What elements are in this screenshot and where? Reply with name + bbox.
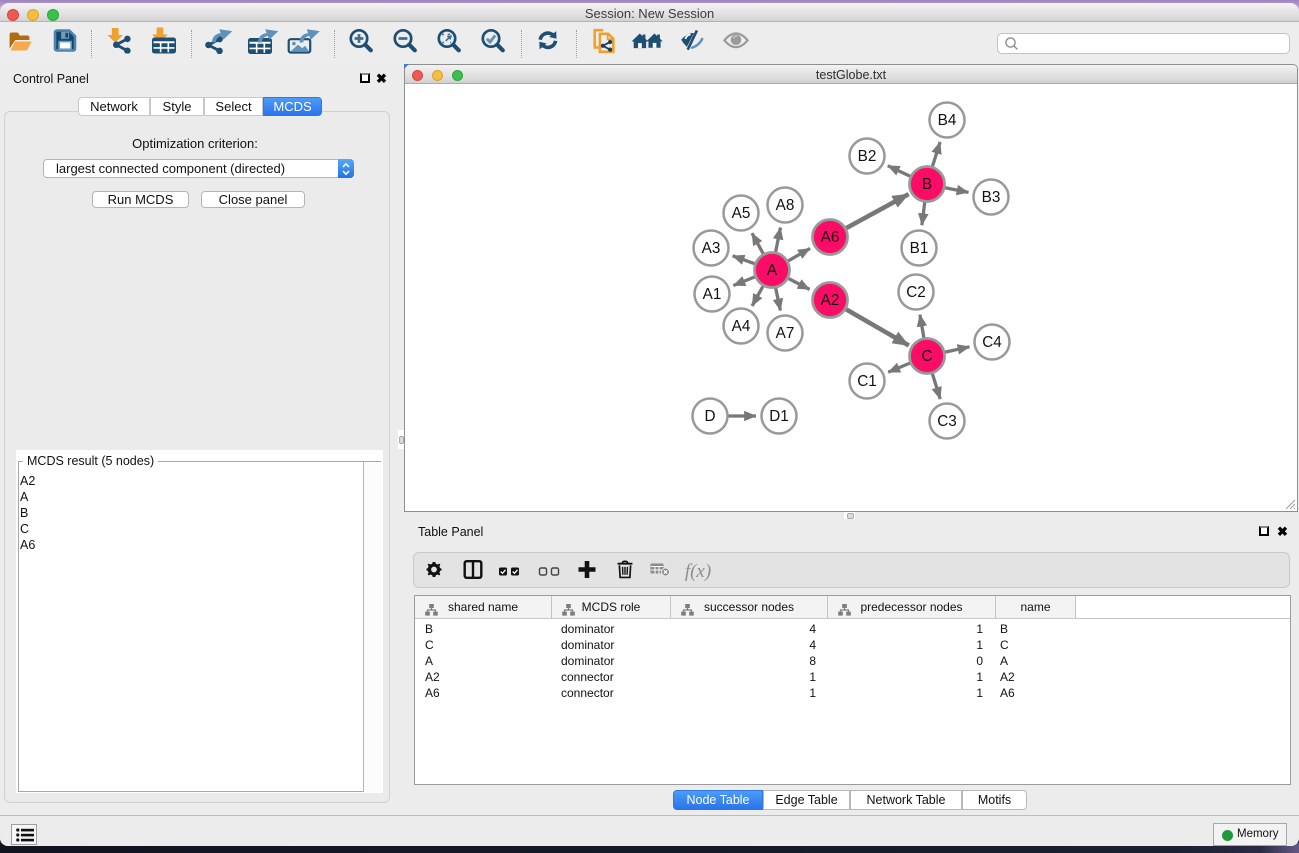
svg-text:B3: B3 (982, 189, 1001, 206)
svg-text:A5: A5 (732, 205, 751, 222)
svg-text:C2: C2 (906, 284, 926, 301)
svg-text:A: A (767, 262, 778, 279)
svg-text:A2: A2 (821, 292, 840, 309)
svg-text:A3: A3 (702, 240, 721, 257)
svg-text:C1: C1 (857, 373, 877, 390)
svg-text:D: D (704, 408, 715, 425)
svg-text:A1: A1 (703, 286, 722, 303)
svg-text:D1: D1 (769, 408, 789, 425)
svg-text:C3: C3 (937, 413, 957, 430)
svg-text:A6: A6 (821, 229, 840, 246)
svg-text:A8: A8 (776, 197, 795, 214)
svg-text:A7: A7 (776, 325, 795, 342)
svg-text:B4: B4 (938, 112, 957, 129)
svg-text:A4: A4 (732, 318, 751, 335)
svg-text:C4: C4 (982, 334, 1002, 351)
svg-text:B1: B1 (910, 240, 929, 257)
svg-text:B2: B2 (858, 148, 877, 165)
svg-text:C: C (921, 348, 932, 365)
svg-text:B: B (922, 176, 932, 193)
